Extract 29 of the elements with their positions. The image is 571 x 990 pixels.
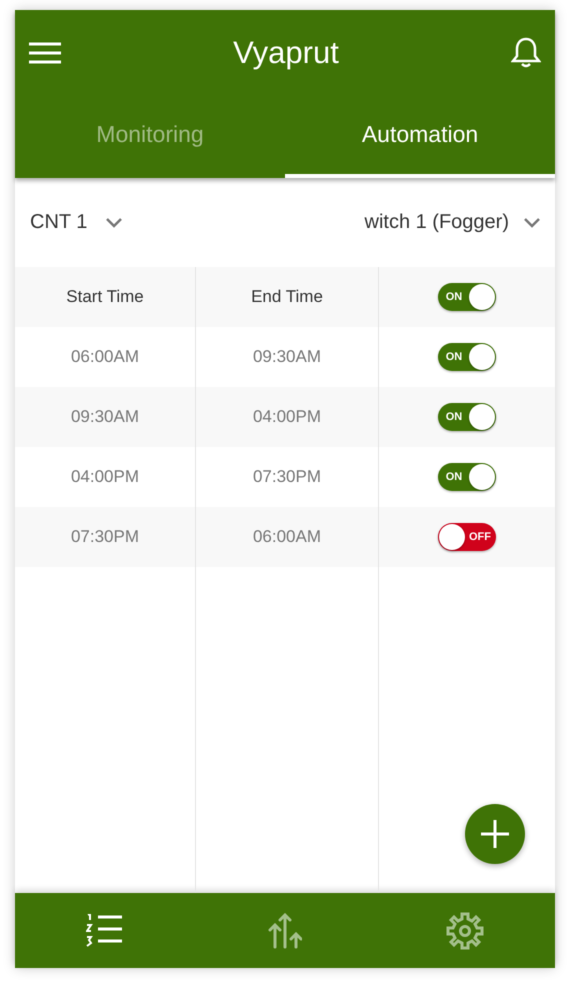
nav-button[interactable] bbox=[446, 912, 484, 950]
menu-button[interactable] bbox=[29, 42, 61, 64]
toggle-switch[interactable]: ON bbox=[438, 403, 496, 431]
chevron-down-icon bbox=[523, 216, 541, 228]
numbered-list-icon bbox=[86, 914, 124, 948]
column-header: End Time bbox=[196, 267, 379, 327]
bell-icon bbox=[511, 36, 541, 68]
toggle-switch[interactable]: ON bbox=[438, 463, 496, 491]
start-time-cell: 07:30PM bbox=[15, 507, 196, 567]
controller-dropdown[interactable]: CNT 1 bbox=[30, 211, 124, 234]
app-title: Vyaprut bbox=[233, 34, 339, 70]
arrows-up-icon bbox=[268, 912, 302, 948]
menu-icon bbox=[29, 42, 61, 64]
plus-icon bbox=[480, 819, 510, 849]
end-time-cell: 04:00PM bbox=[196, 387, 379, 447]
chevron-down-icon bbox=[105, 216, 124, 228]
end-time-cell: 06:00AM bbox=[196, 507, 379, 567]
nav-button[interactable] bbox=[86, 914, 124, 948]
nav-button[interactable] bbox=[268, 912, 302, 948]
gear-icon bbox=[446, 912, 484, 950]
start-time-cell: 09:30AM bbox=[15, 387, 196, 447]
toggle-switch[interactable]: OFF bbox=[438, 523, 496, 551]
column-header: Start Time bbox=[15, 267, 196, 327]
toggle-switch[interactable]: ON bbox=[438, 283, 496, 311]
toggle-switch[interactable]: ON bbox=[438, 343, 496, 371]
tab[interactable]: Automation bbox=[285, 95, 555, 178]
add-button[interactable] bbox=[465, 804, 525, 864]
notifications-button[interactable] bbox=[511, 36, 541, 68]
switch-dropdown[interactable]: witch 1 (Fogger) bbox=[364, 211, 541, 234]
